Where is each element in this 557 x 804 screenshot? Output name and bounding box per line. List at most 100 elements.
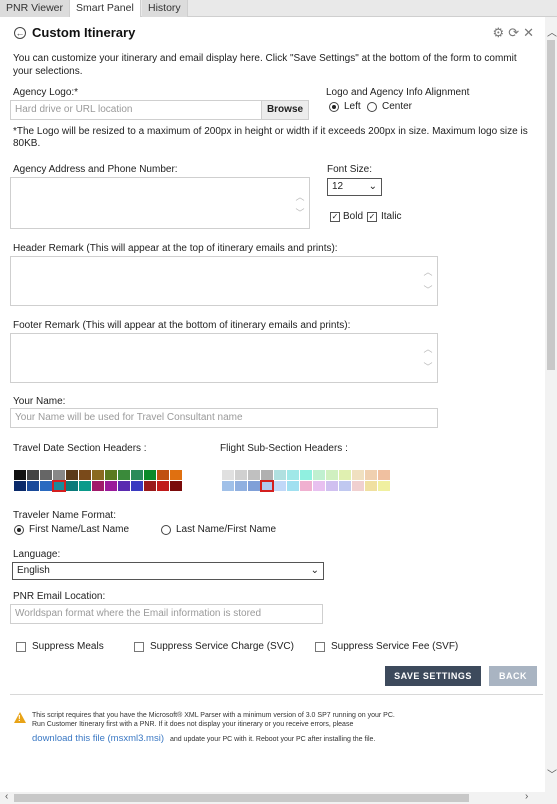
- tab-pnr-viewer[interactable]: PNR Viewer: [0, 0, 70, 17]
- color-swatch[interactable]: [235, 481, 247, 491]
- color-swatch[interactable]: [79, 470, 91, 480]
- scroll-down-icon[interactable]: ﹀: [295, 206, 305, 219]
- color-swatch[interactable]: [170, 481, 182, 491]
- color-swatch[interactable]: [248, 470, 260, 480]
- suppress-meals-checkbox[interactable]: [16, 642, 26, 652]
- tab-smart-panel[interactable]: Smart Panel: [69, 0, 141, 17]
- color-swatch[interactable]: [313, 481, 325, 491]
- back-arrow-icon[interactable]: ←: [14, 27, 26, 39]
- browse-button[interactable]: Browse: [261, 100, 309, 120]
- color-swatch[interactable]: [378, 470, 390, 480]
- alignment-label: Logo and Agency Info Alignment: [326, 87, 470, 98]
- align-center-radio[interactable]: [367, 102, 377, 112]
- color-swatch[interactable]: [261, 470, 273, 480]
- color-swatch[interactable]: [53, 470, 65, 480]
- italic-label: Italic: [381, 211, 402, 222]
- close-icon[interactable]: ✕: [523, 25, 538, 40]
- color-swatch[interactable]: [14, 470, 26, 480]
- align-center-label: Center: [382, 101, 413, 112]
- color-swatch[interactable]: [144, 481, 156, 491]
- color-swatch[interactable]: [222, 481, 234, 491]
- color-swatch[interactable]: [274, 470, 286, 480]
- color-swatch[interactable]: [313, 470, 325, 480]
- font-size-label: Font Size:: [327, 164, 373, 175]
- color-swatch[interactable]: [274, 481, 286, 491]
- font-size-select[interactable]: 12 ⌄: [327, 178, 382, 196]
- logo-note: *The Logo will be resized to a maximum o…: [13, 126, 528, 149]
- align-left-radio[interactable]: [329, 102, 339, 112]
- scroll-down-icon[interactable]: ﹀: [423, 360, 433, 373]
- color-swatch[interactable]: [352, 470, 364, 480]
- scroll-down-icon[interactable]: ﹀: [423, 283, 433, 296]
- color-swatch[interactable]: [170, 470, 182, 480]
- last-first-radio[interactable]: [161, 525, 171, 535]
- color-swatch[interactable]: [365, 470, 377, 480]
- color-swatch[interactable]: [157, 481, 169, 491]
- email-location-input[interactable]: Worldspan format where the Email informa…: [10, 604, 323, 624]
- color-swatch[interactable]: [105, 470, 117, 480]
- color-swatch[interactable]: [14, 481, 26, 491]
- color-swatch[interactable]: [66, 481, 78, 491]
- color-swatch[interactable]: [118, 481, 130, 491]
- color-swatch[interactable]: [378, 481, 390, 491]
- color-swatch[interactable]: [352, 481, 364, 491]
- color-swatch[interactable]: [118, 470, 130, 480]
- color-swatch[interactable]: [92, 470, 104, 480]
- save-settings-button[interactable]: SAVE SETTINGS: [385, 666, 481, 686]
- suppress-svf-checkbox[interactable]: [315, 642, 325, 652]
- color-swatch[interactable]: [157, 470, 169, 480]
- scroll-right-icon[interactable]: ›: [525, 791, 528, 802]
- color-swatch[interactable]: [79, 481, 91, 491]
- gear-icon[interactable]: ⚙: [493, 25, 509, 40]
- scroll-up-icon[interactable]: ︿: [423, 342, 433, 355]
- address-textarea[interactable]: ︿ ﹀: [10, 177, 310, 229]
- color-swatch[interactable]: [248, 481, 260, 491]
- color-swatch[interactable]: [260, 480, 274, 492]
- color-swatch[interactable]: [92, 481, 104, 491]
- color-swatch[interactable]: [40, 481, 52, 491]
- color-swatch[interactable]: [131, 481, 143, 491]
- color-swatch[interactable]: [365, 481, 377, 491]
- travel-date-headers-label: Travel Date Section Headers :: [13, 443, 147, 454]
- color-swatch[interactable]: [222, 470, 234, 480]
- color-swatch[interactable]: [339, 481, 351, 491]
- first-last-radio[interactable]: [14, 525, 24, 535]
- color-swatch[interactable]: [144, 470, 156, 480]
- scroll-down-icon[interactable]: ﹀: [547, 766, 557, 781]
- color-swatch[interactable]: [300, 470, 312, 480]
- horizontal-scroll-thumb[interactable]: [14, 794, 469, 802]
- color-swatch[interactable]: [287, 481, 299, 491]
- italic-checkbox[interactable]: ✓: [367, 212, 377, 222]
- color-swatch[interactable]: [52, 480, 66, 492]
- suppress-svc-checkbox[interactable]: [134, 642, 144, 652]
- scroll-left-icon[interactable]: ‹: [5, 791, 8, 802]
- color-swatch[interactable]: [326, 481, 338, 491]
- scroll-up-icon[interactable]: ︿: [423, 265, 433, 278]
- tab-history[interactable]: History: [142, 0, 188, 17]
- suppress-meals-label: Suppress Meals: [32, 641, 104, 652]
- your-name-input[interactable]: Your Name will be used for Travel Consul…: [10, 408, 438, 428]
- color-swatch[interactable]: [105, 481, 117, 491]
- color-swatch[interactable]: [300, 481, 312, 491]
- color-swatch[interactable]: [40, 470, 52, 480]
- scroll-up-icon[interactable]: ︿: [295, 190, 305, 203]
- logo-input[interactable]: Hard drive or URL location: [10, 100, 262, 120]
- color-swatch[interactable]: [27, 481, 39, 491]
- color-swatch[interactable]: [326, 470, 338, 480]
- vertical-scroll-thumb[interactable]: [547, 40, 555, 370]
- refresh-icon[interactable]: ⟳: [508, 25, 523, 40]
- color-swatch[interactable]: [66, 470, 78, 480]
- color-swatch[interactable]: [235, 470, 247, 480]
- back-button[interactable]: BACK: [489, 666, 537, 686]
- color-swatch[interactable]: [27, 470, 39, 480]
- color-swatch[interactable]: [339, 470, 351, 480]
- header-remark-textarea[interactable]: ︿ ﹀: [10, 256, 438, 306]
- language-select[interactable]: English ⌄: [12, 562, 324, 580]
- chevron-down-icon: ⌄: [368, 181, 377, 192]
- scroll-up-icon[interactable]: ︿: [547, 24, 557, 39]
- color-swatch[interactable]: [287, 470, 299, 480]
- footer-remark-textarea[interactable]: ︿ ﹀: [10, 333, 438, 383]
- download-link[interactable]: download this file (msxml3.msi): [32, 733, 164, 744]
- color-swatch[interactable]: [131, 470, 143, 480]
- bold-checkbox[interactable]: ✓: [330, 212, 340, 222]
